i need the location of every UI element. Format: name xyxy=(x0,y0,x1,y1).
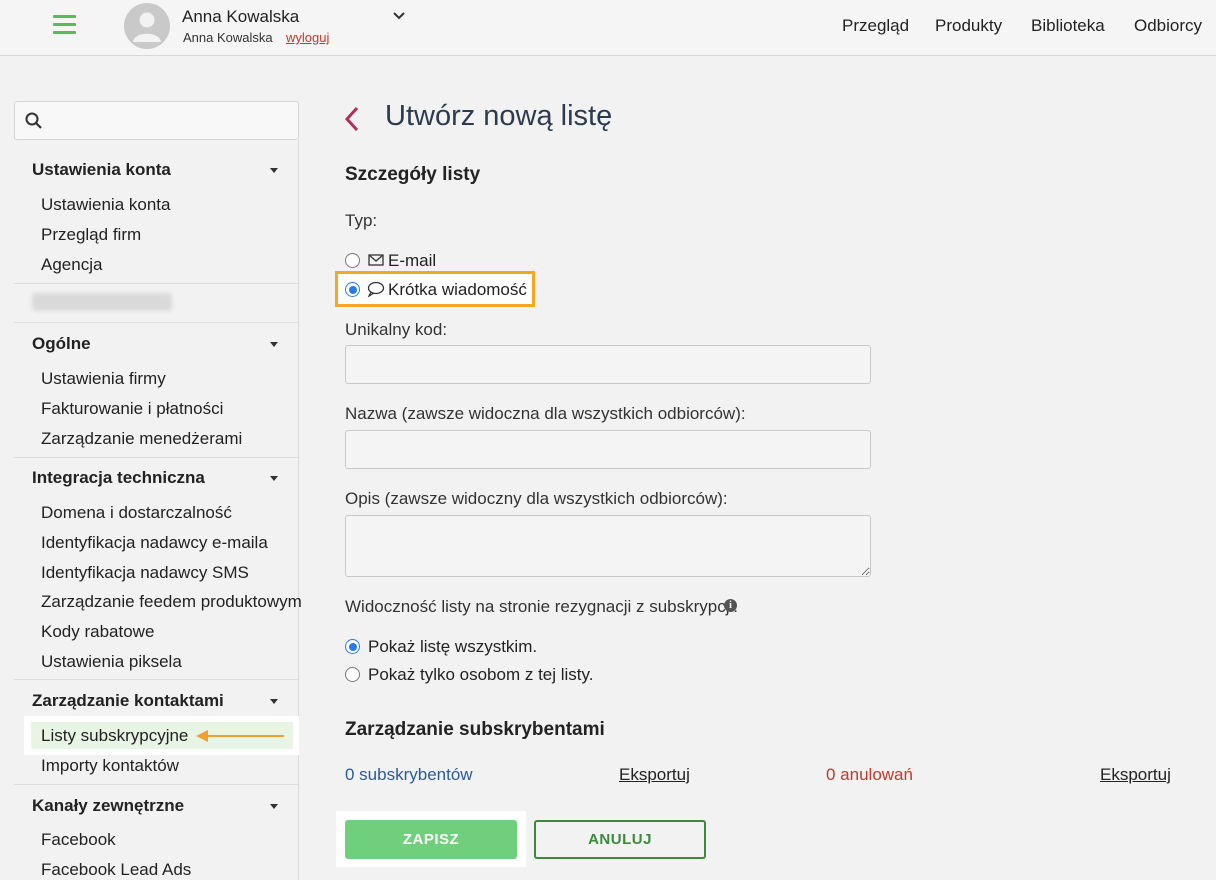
sidebar-item-ustawienia-firmy[interactable]: Ustawienia firmy xyxy=(41,369,166,389)
sidebar-section-title[interactable]: Integracja techniczna xyxy=(32,468,205,488)
sidebar-separator xyxy=(14,784,298,785)
radio-label-visibility-list[interactable]: Pokaż tylko osobom z tej listy. xyxy=(368,665,594,685)
avatar[interactable] xyxy=(124,3,170,49)
hamburger-menu-icon[interactable] xyxy=(53,15,76,35)
nav-produkty[interactable]: Produkty xyxy=(935,16,1002,36)
sidebar-search xyxy=(14,101,299,140)
sidebar-separator xyxy=(14,283,298,284)
radio-type-sms[interactable] xyxy=(345,282,360,297)
radio-label-sms[interactable]: Krótka wiadomość xyxy=(388,280,527,300)
sidebar-item-fakturowanie[interactable]: Fakturowanie i płatności xyxy=(41,399,223,419)
chevron-down-icon[interactable] xyxy=(392,10,406,22)
sidebar-section-title[interactable]: Ogólne xyxy=(32,334,91,354)
info-icon[interactable]: i xyxy=(724,599,737,612)
sidebar-item-importy[interactable]: Importy kontaktów xyxy=(41,756,179,776)
name-input[interactable] xyxy=(345,430,871,469)
caret-down-icon[interactable] xyxy=(270,699,278,704)
caret-down-icon[interactable] xyxy=(270,342,278,347)
back-chevron-icon[interactable] xyxy=(344,106,360,132)
sidebar-separator xyxy=(14,322,298,323)
search-icon xyxy=(25,112,42,129)
sidebar-item-feed[interactable]: Zarządzanie feedem produktowym xyxy=(41,592,302,612)
radio-visibility-list[interactable] xyxy=(345,667,360,682)
arrow-left-icon xyxy=(196,730,208,742)
name-label: Nazwa (zawsze widoczna dla wszystkich od… xyxy=(345,404,746,423)
sidebar-item-agencja[interactable]: Agencja xyxy=(41,255,102,275)
subscriber-count: 0 subskrybentów xyxy=(345,765,473,784)
sidebar-separator xyxy=(14,679,298,680)
nav-biblioteka[interactable]: Biblioteka xyxy=(1031,16,1105,36)
radio-type-email[interactable] xyxy=(345,253,360,268)
sidebar-item-piksel[interactable]: Ustawienia piksela xyxy=(41,652,182,672)
sidebar-item-facebook[interactable]: Facebook xyxy=(41,830,116,850)
envelope-icon xyxy=(368,254,384,266)
save-button[interactable]: ZAPISZ xyxy=(345,820,517,859)
export-cancellations-link[interactable]: Eksportuj xyxy=(1100,765,1171,785)
caret-down-icon[interactable] xyxy=(270,168,278,173)
search-input[interactable] xyxy=(51,108,291,134)
sidebar-separator xyxy=(14,457,298,458)
radio-label-visibility-all[interactable]: Pokaż listę wszystkim. xyxy=(368,637,537,657)
description-textarea[interactable] xyxy=(345,515,871,577)
nav-odbiorcy[interactable]: Odbiorcy xyxy=(1134,16,1202,36)
section-title-subscribers: Zarządzanie subskrybentami xyxy=(345,719,605,740)
user-subtitle: Anna Kowalska xyxy=(183,30,273,45)
caret-down-icon[interactable] xyxy=(270,476,278,481)
caret-down-icon[interactable] xyxy=(270,804,278,809)
nav-przeglad[interactable]: Przegląd xyxy=(842,16,909,36)
arrow-pointer-line xyxy=(208,735,284,737)
sidebar-section-title[interactable]: Ustawienia konta xyxy=(32,160,171,180)
description-label: Opis (zawsze widoczny dla wszystkich odb… xyxy=(345,489,728,508)
cancellation-count: 0 anulowań xyxy=(826,765,913,784)
sidebar-item-nadawca-sms[interactable]: Identyfikacja nadawcy SMS xyxy=(41,563,249,583)
sidebar-section-title[interactable]: Zarządzanie kontaktami xyxy=(32,691,224,711)
radio-label-email[interactable]: E-mail xyxy=(388,251,436,271)
blurred-account-email xyxy=(32,293,172,311)
sidebar-section-title[interactable]: Kanały zewnętrzne xyxy=(32,796,184,816)
sidebar-item-ustawienia-konta[interactable]: Ustawienia konta xyxy=(41,195,170,215)
speech-bubble-icon xyxy=(367,281,385,297)
user-name: Anna Kowalska xyxy=(182,7,300,26)
cancel-button[interactable]: ANULUJ xyxy=(534,820,706,859)
top-bar: Anna Kowalska Anna Kowalska wyloguj Prze… xyxy=(0,0,1216,56)
sidebar-item-kody-rabatowe[interactable]: Kody rabatowe xyxy=(41,622,154,642)
sidebar-item-listy-subskrypcyjne[interactable]: Listy subskrypcyjne xyxy=(41,726,188,746)
section-title-details: Szczegóły listy xyxy=(345,164,481,185)
logout-link[interactable]: wyloguj xyxy=(286,30,329,45)
type-label: Typ: xyxy=(345,211,378,230)
sidebar-item-domena[interactable]: Domena i dostarczalność xyxy=(41,503,232,523)
sidebar-item-menedzerowie[interactable]: Zarządzanie menedżerami xyxy=(41,429,242,449)
page-title: Utwórz nową listę xyxy=(385,100,613,132)
radio-visibility-all[interactable] xyxy=(345,639,360,654)
sidebar-item-przeglad-firm[interactable]: Przegląd firm xyxy=(41,225,141,245)
visibility-label: Widoczność listy na stronie rezygnacji z… xyxy=(345,597,739,616)
code-label: Unikalny kod: xyxy=(345,320,448,339)
unique-code-input[interactable] xyxy=(345,345,871,384)
export-subscribers-link[interactable]: Eksportuj xyxy=(619,765,690,785)
sidebar-divider xyxy=(298,140,299,880)
sidebar-item-facebook-lead-ads[interactable]: Facebook Lead Ads xyxy=(41,860,191,880)
sidebar-item-nadawca-email[interactable]: Identyfikacja nadawcy e-maila xyxy=(41,533,268,553)
